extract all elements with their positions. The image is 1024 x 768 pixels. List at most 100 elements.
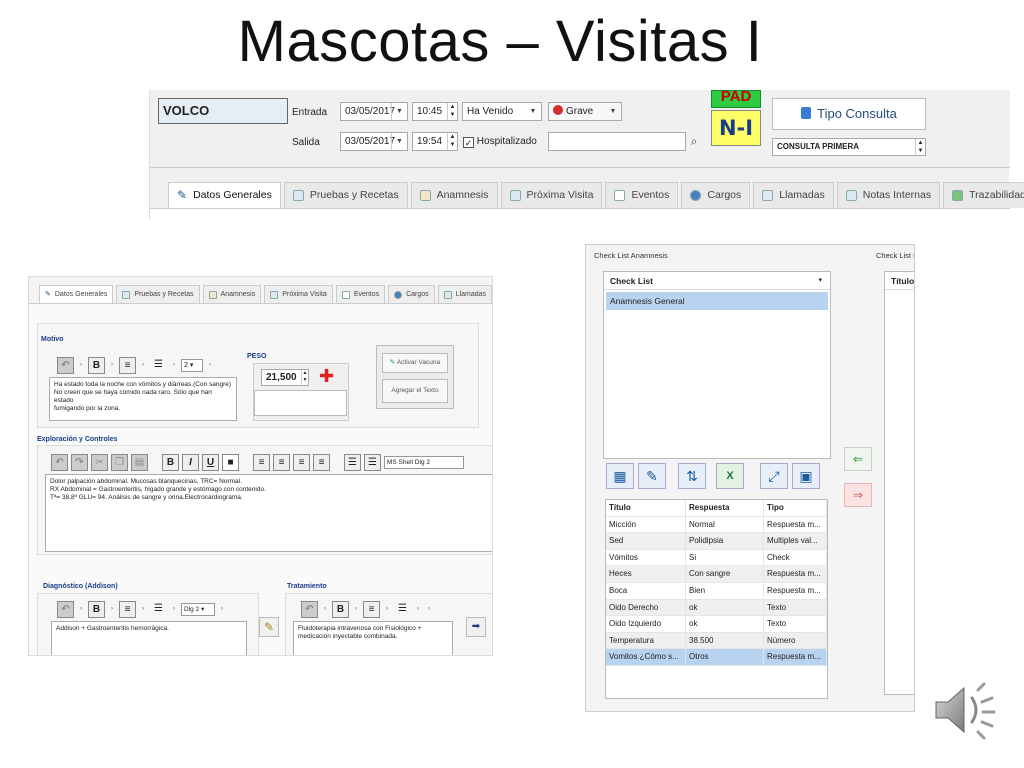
font-select[interactable]: MS Shell Dlg 2 <box>384 456 464 469</box>
table-row[interactable]: Boca Bien Respuesta m... <box>606 582 827 600</box>
spin-arrows-icon[interactable]: ▲ ▼ <box>447 103 457 120</box>
align-justify-icon[interactable]: ≡ <box>313 454 330 471</box>
checklist-item[interactable]: Anamnesis General <box>606 292 828 310</box>
arrow-right-icon[interactable]: ⇒ <box>844 483 872 507</box>
undo-icon[interactable]: ↶ <box>57 357 74 374</box>
spin-arrows-icon[interactable]: ▲ ▼ <box>915 139 925 155</box>
copy-icon[interactable]: ❐ <box>111 454 128 471</box>
subtab-llamadas[interactable]: Llamadas <box>437 285 492 303</box>
status-select[interactable]: Ha Venido ▼ <box>462 102 542 121</box>
table-row[interactable]: Oido Derecho ok Texto <box>606 599 827 617</box>
peso-field[interactable]: 21,500 ▲ ▼ <box>261 369 309 386</box>
subtab-proxima-visita[interactable]: Próxima Visita <box>264 285 333 303</box>
align-left-icon[interactable]: ≡ <box>253 454 270 471</box>
bullet-list-icon[interactable]: ☰ <box>364 454 381 471</box>
table-row[interactable]: Temperatura 38.500 Número <box>606 632 827 650</box>
tab-trazabilidad[interactable]: Trazabilidad <box>943 182 1024 208</box>
spin-arrows-icon[interactable]: ▲ ▼ <box>301 370 308 385</box>
arrow-left-icon[interactable]: ⇐ <box>844 447 872 471</box>
table-row[interactable]: Vómitos Si Check <box>606 549 827 567</box>
checklist-header[interactable]: Check List ▾ <box>604 272 830 290</box>
save-icon[interactable]: ▣ <box>792 463 820 489</box>
grid-header-tipo[interactable]: Tipo <box>764 500 827 516</box>
agregar-texto-button[interactable]: Agregar el Texto <box>382 379 448 403</box>
edit-record-icon[interactable]: ✎ <box>638 463 666 489</box>
subtab-eventos[interactable]: Eventos <box>335 285 386 303</box>
bold-button[interactable]: B <box>88 601 105 618</box>
search-input[interactable] <box>548 132 686 151</box>
chevron-down-icon[interactable]: ▼ <box>605 103 621 120</box>
bold-button[interactable]: B <box>162 454 179 471</box>
list-icon[interactable]: ☰ <box>150 601 167 618</box>
size-select[interactable]: 2 ▾ <box>181 359 203 372</box>
table-row-selected[interactable]: Vomitos ¿Cómo s... Otros Respuesta m... <box>606 649 827 666</box>
subtab-datos-generales[interactable]: ✎ Datos Generales <box>39 285 114 303</box>
salida-time-field[interactable]: 19:54 ▲ ▼ <box>412 132 458 151</box>
table-row[interactable]: Oido Izquierdo ok Texto <box>606 616 827 633</box>
italic-button[interactable]: I <box>182 454 199 471</box>
color-icon[interactable]: ■ <box>222 454 239 471</box>
align-center-icon[interactable]: ≡ <box>273 454 290 471</box>
spin-arrows-icon[interactable]: ▲ ▼ <box>447 133 457 150</box>
dlg-select[interactable]: Dlg 2 ▾ <box>181 603 215 616</box>
entrada-date-picker[interactable]: 03/05/2017 ▼ <box>340 102 408 121</box>
tratamiento-textarea[interactable]: Fluidoterapia intravenosa con Fisiológic… <box>293 621 453 655</box>
tab-proxima-visita[interactable]: Próxima Visita <box>500 182 603 208</box>
motivo-textarea[interactable]: Ha estado toda la noche con vómitos y di… <box>49 377 237 421</box>
list-icon[interactable]: ☰ <box>150 357 167 374</box>
list-icon[interactable]: ☰ <box>394 601 411 618</box>
tab-pruebas-recetas[interactable]: Pruebas y Recetas <box>283 182 408 208</box>
diagnostico-textarea[interactable]: Addison + Gastroenteritis hemorrágica. <box>51 621 247 655</box>
paste-icon[interactable]: ▤ <box>131 454 148 471</box>
new-record-icon[interactable]: ▦ <box>606 463 634 489</box>
chevron-down-icon[interactable]: ▼ <box>391 103 407 120</box>
sort-icon[interactable]: ⇅ <box>678 463 706 489</box>
exploracion-textarea[interactable]: Dolor palpación abdominal. Mucosas blanq… <box>45 474 492 552</box>
add-cross-icon[interactable]: ✚ <box>319 367 334 385</box>
pet-name-field[interactable]: VOLCO <box>158 98 288 124</box>
align-right-icon[interactable]: ≡ <box>293 454 310 471</box>
underline-button[interactable]: U <box>202 454 219 471</box>
subtab-cargos[interactable]: Cargos <box>388 285 435 303</box>
grid-header-respuesta[interactable]: Respuesta <box>686 500 764 516</box>
tab-cargos[interactable]: Cargos <box>681 182 751 208</box>
edit-note-icon[interactable]: ✎ <box>259 617 279 637</box>
cut-icon[interactable]: ✂ <box>91 454 108 471</box>
tipo-consulta-select[interactable]: CONSULTA PRIMERA ▲ ▼ <box>772 138 926 156</box>
entrada-time-field[interactable]: 10:45 ▲ ▼ <box>412 102 458 121</box>
salida-date-picker[interactable]: 03/05/2017 ▼ <box>340 132 408 151</box>
subtab-pruebas-recetas[interactable]: Pruebas y Recetas <box>116 285 200 303</box>
expand-icon[interactable]: ⤢ <box>760 463 788 489</box>
table-row[interactable]: Micción Normal Respuesta m... <box>606 516 827 534</box>
subtab-anamnesis[interactable]: Anamnesis <box>202 285 262 303</box>
bold-button[interactable]: B <box>332 601 349 618</box>
severity-select[interactable]: Grave ▼ <box>548 102 622 121</box>
undo-icon[interactable]: ↶ <box>301 601 318 618</box>
bold-button[interactable]: B <box>88 357 105 374</box>
undo-icon[interactable]: ↶ <box>51 454 68 471</box>
export-icon[interactable]: ➡ <box>466 617 486 637</box>
redo-icon[interactable]: ↷ <box>71 454 88 471</box>
tab-anamnesis[interactable]: Anamnesis <box>410 182 498 208</box>
peso-notes-field[interactable] <box>254 390 347 416</box>
align-icon[interactable]: ≡ <box>119 601 136 618</box>
tipo-consulta-button[interactable]: Tipo Consulta <box>772 98 926 130</box>
activar-vacuna-button[interactable]: ✎ Activar Vacuna <box>382 353 448 373</box>
numbered-list-icon[interactable]: ☰ <box>344 454 361 471</box>
table-row[interactable]: Heces Con sangre Respuesta m... <box>606 566 827 583</box>
undo-icon[interactable]: ↶ <box>57 601 74 618</box>
chevron-down-icon[interactable]: ▼ <box>525 103 541 120</box>
align-icon[interactable]: ≡ <box>363 601 380 618</box>
speaker-icon[interactable] <box>932 680 1002 740</box>
tab-eventos[interactable]: Eventos <box>605 182 679 208</box>
tab-datos-generales[interactable]: ✎ Datos Generales <box>168 182 281 208</box>
hospitalizado-checkbox[interactable]: ✓ Hospitalizado <box>463 136 537 148</box>
chevron-down-icon[interactable]: ▼ <box>391 133 407 150</box>
tab-llamadas[interactable]: Llamadas <box>753 182 834 208</box>
align-icon[interactable]: ≡ <box>119 357 136 374</box>
table-row[interactable]: Sed Polidipsia Multiples val... <box>606 533 827 550</box>
excel-icon[interactable]: X <box>716 463 744 489</box>
tab-notas-internas[interactable]: Notas Internas <box>836 182 941 208</box>
grid-header-titulo[interactable]: Título <box>606 500 686 516</box>
search-icon[interactable]: ⌕ <box>686 133 702 150</box>
